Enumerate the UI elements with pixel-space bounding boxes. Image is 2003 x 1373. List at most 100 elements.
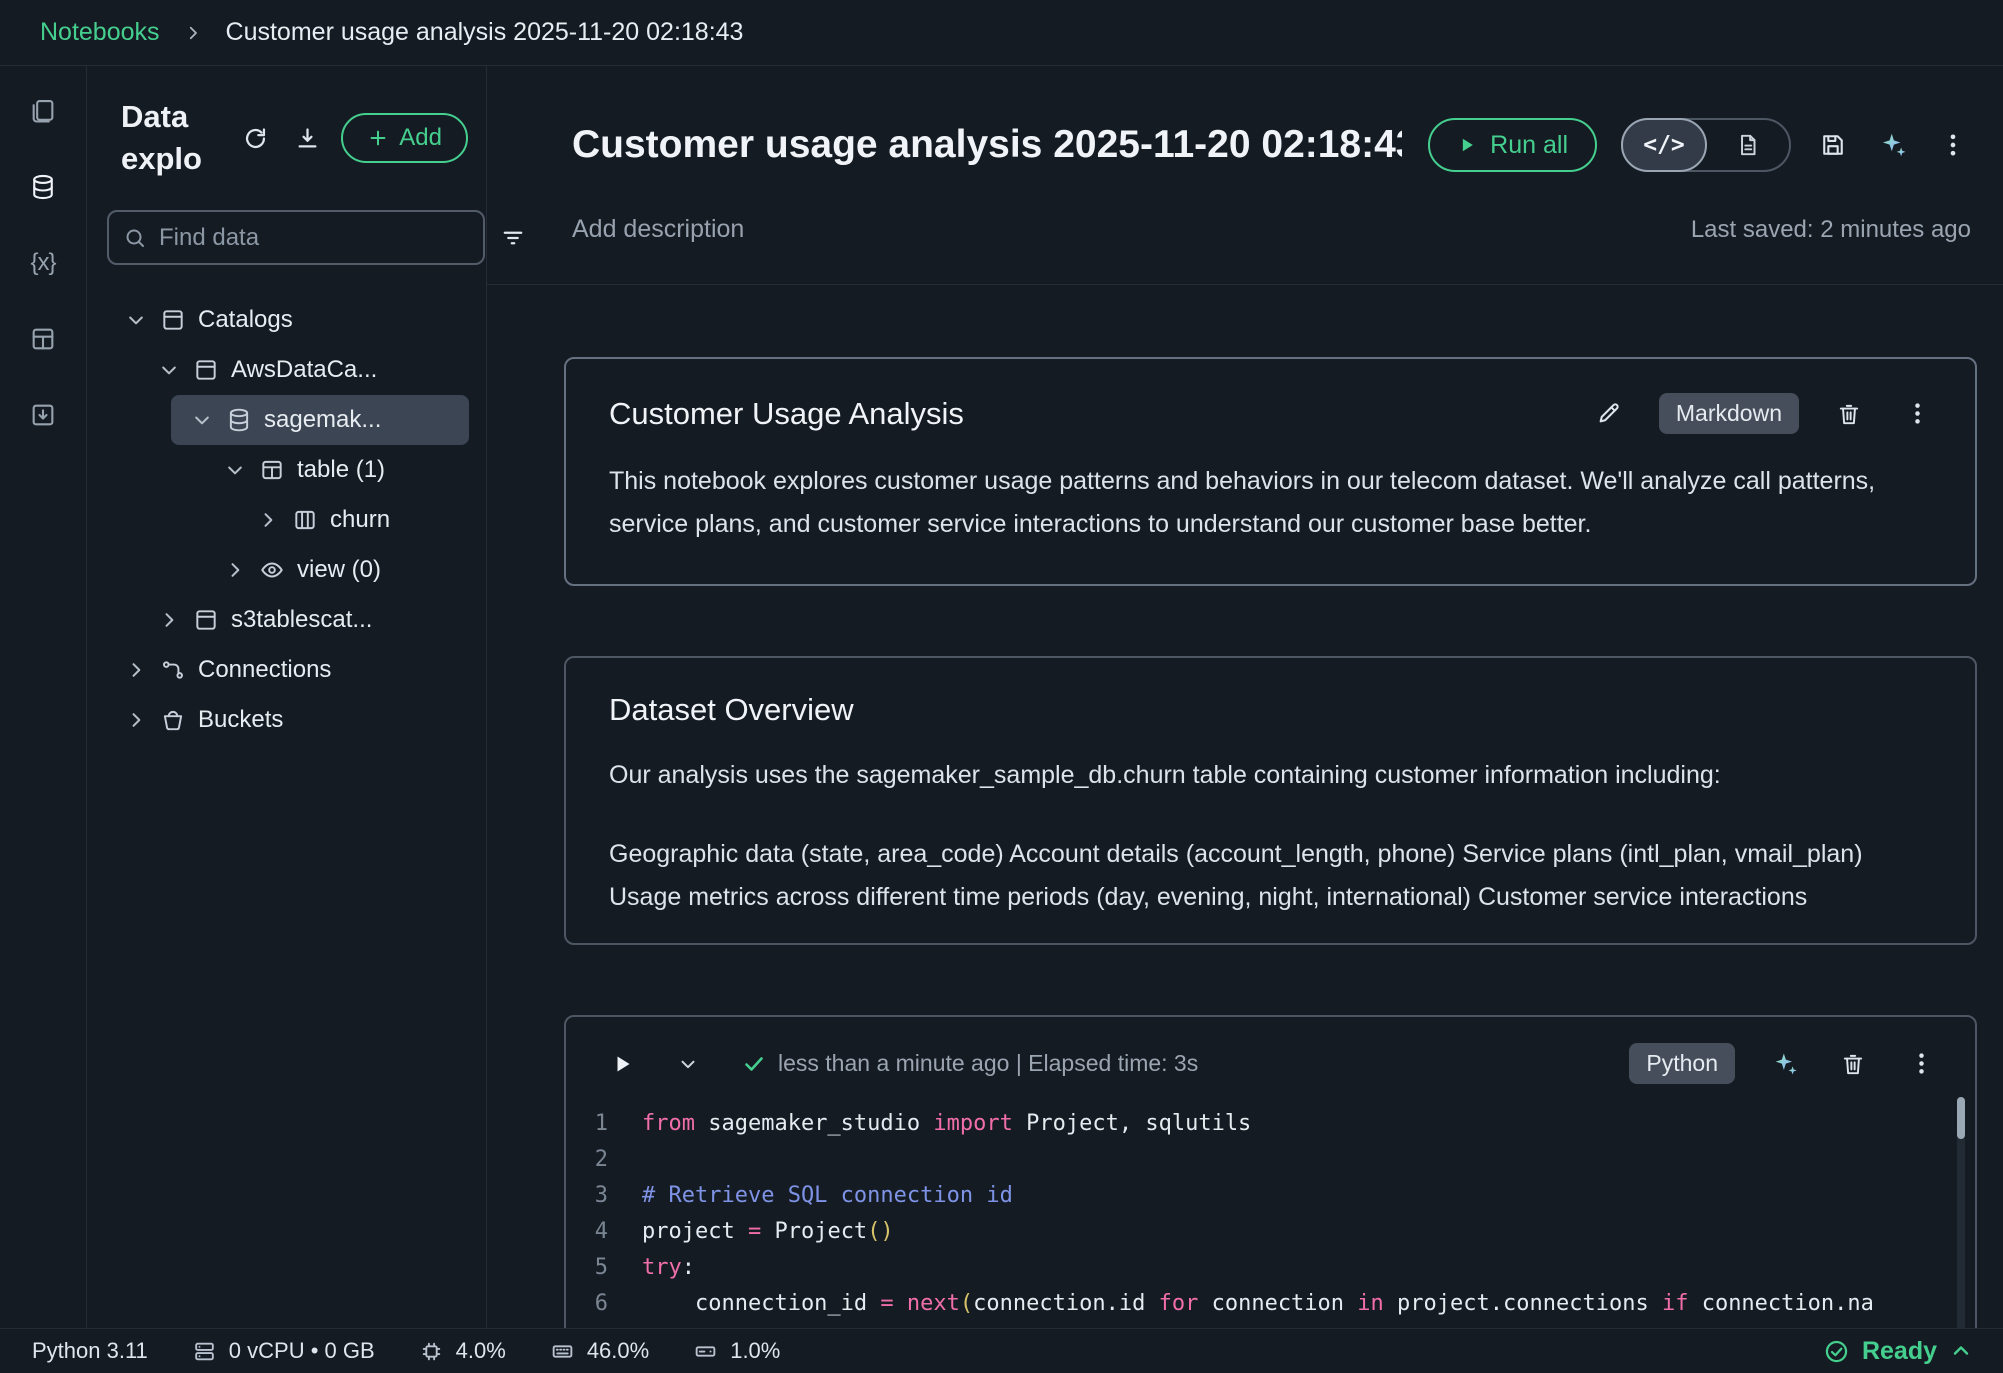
line-content[interactable]: from sagemaker_studio import Project, sq… (642, 1106, 1251, 1142)
tree-item[interactable]: AwsDataCa... (138, 345, 469, 395)
collapse-all-icon[interactable] (289, 120, 325, 156)
tree-item[interactable]: Catalogs (105, 295, 469, 345)
run-cell-icon[interactable] (604, 1046, 640, 1082)
data-tree: Catalogs AwsDataCa... sagemak... table (… (87, 295, 486, 1328)
compute-status: 0 vCPU • 0 GB (192, 1338, 375, 1364)
disk-icon (693, 1339, 718, 1364)
tree-item-label: Catalogs (198, 306, 293, 334)
search-input[interactable] (159, 224, 469, 252)
code-view-toggle[interactable]: </> (1621, 118, 1707, 172)
cell-type-badge[interactable]: Python (1629, 1043, 1735, 1084)
notebook-header: Customer usage analysis 2025-11-20 02:18… (487, 66, 2003, 285)
edit-pencil-icon[interactable] (1591, 396, 1627, 432)
save-icon[interactable] (1815, 127, 1851, 163)
line-number: 5 (592, 1250, 608, 1286)
tree-item[interactable]: Buckets (105, 695, 469, 745)
notebooks-icon[interactable] (26, 94, 60, 128)
markdown-cell-1[interactable]: Customer Usage Analysis Markdown This no… (564, 357, 1977, 586)
tree-chevron-icon[interactable] (158, 359, 180, 381)
markdown-heading: Dataset Overview (609, 692, 854, 728)
line-number: 4 (592, 1214, 608, 1250)
tree-item-label: AwsDataCa... (231, 356, 377, 384)
variables-icon[interactable]: {x} (26, 246, 60, 280)
find-data-search[interactable] (107, 210, 485, 265)
tree-item-label: sagemak... (264, 406, 381, 434)
tree-item[interactable]: sagemak... (171, 395, 469, 445)
ai-sparkle-icon[interactable] (1767, 1046, 1803, 1082)
tree-item-label: view (0) (297, 556, 381, 584)
notebook-title: Customer usage analysis 2025-11-20 02:18… (572, 123, 1402, 167)
cell-type-badge[interactable]: Markdown (1659, 393, 1799, 434)
status-bar: Python 3.11 0 vCPU • 0 GB 4.0% 46.0% 1.0… (0, 1328, 2003, 1373)
memory-usage-label: 46.0% (587, 1338, 649, 1364)
tree-chevron-icon[interactable] (224, 559, 246, 581)
refresh-icon[interactable] (237, 120, 273, 156)
server-icon (192, 1339, 217, 1364)
tree-item-label: Connections (198, 656, 331, 684)
cell-run-status: less than a minute ago | Elapsed time: 3… (778, 1050, 1198, 1077)
catalog-icon (192, 357, 219, 384)
add-description-button[interactable]: Add description (572, 215, 744, 244)
line-number: 6 (592, 1286, 608, 1322)
code-scrollbar-thumb[interactable] (1957, 1097, 1965, 1139)
view-toggle-group: </> (1621, 118, 1791, 172)
line-content[interactable]: project = Project() (642, 1214, 894, 1250)
run-all-button[interactable]: Run all (1428, 118, 1597, 172)
breadcrumb-notebooks-link[interactable]: Notebooks (40, 18, 160, 47)
kernel-selector[interactable]: Python 3.11 (32, 1338, 148, 1364)
cell-more-options-icon[interactable] (1903, 1046, 1939, 1082)
success-check-icon (736, 1046, 772, 1082)
tree-item-label: Buckets (198, 706, 283, 734)
bucket-icon (159, 707, 186, 734)
cell-more-options-icon[interactable] (1899, 396, 1935, 432)
chevron-up-icon (1949, 1339, 1973, 1363)
markdown-cell-2[interactable]: Dataset Overview Our analysis uses the s… (564, 656, 1977, 945)
cpu-icon (419, 1339, 444, 1364)
ai-sparkle-icon[interactable] (1875, 127, 1911, 163)
cells-scroll-area[interactable]: Customer Usage Analysis Markdown This no… (487, 285, 2003, 1328)
tree-chevron-icon[interactable] (224, 459, 246, 481)
add-data-button[interactable]: Add (341, 113, 468, 163)
trash-icon[interactable] (1835, 1046, 1871, 1082)
code-scrollbar-track[interactable] (1957, 1121, 1965, 1328)
tree-item-label: s3tablescat... (231, 606, 372, 634)
kernel-ready-toggle[interactable]: Ready (1823, 1337, 1973, 1366)
panel-title: Data explo (121, 96, 227, 180)
trash-icon[interactable] (1831, 396, 1867, 432)
python-version-label: Python 3.11 (32, 1338, 148, 1364)
code-editor[interactable]: 1 from sagemaker_studio import Project, … (566, 1106, 1975, 1322)
markdown-body: This notebook explores customer usage pa… (609, 460, 1919, 546)
tree-chevron-icon[interactable] (191, 409, 213, 431)
panels-icon[interactable] (26, 322, 60, 356)
data-explorer-icon[interactable] (26, 170, 60, 204)
tree-item[interactable]: view (0) (204, 545, 469, 595)
code-cell-1[interactable]: less than a minute ago | Elapsed time: 3… (564, 1015, 1977, 1328)
tree-chevron-icon[interactable] (125, 659, 147, 681)
markdown-heading: Customer Usage Analysis (609, 396, 964, 432)
chevron-down-icon[interactable] (670, 1046, 706, 1082)
document-view-icon (1735, 132, 1761, 158)
tree-item[interactable]: churn (237, 495, 469, 545)
memory-icon (550, 1339, 575, 1364)
ready-label: Ready (1862, 1337, 1937, 1366)
line-content[interactable]: # Retrieve SQL connection id (642, 1178, 1013, 1214)
connections-icon (159, 657, 186, 684)
tree-item-label: churn (330, 506, 390, 534)
compute-label: 0 vCPU • 0 GB (229, 1338, 375, 1364)
tree-item[interactable]: Connections (105, 645, 469, 695)
line-content[interactable]: try: (642, 1250, 695, 1286)
import-icon[interactable] (26, 398, 60, 432)
tree-chevron-icon[interactable] (257, 509, 279, 531)
tree-item[interactable]: table (1) (204, 445, 469, 495)
columns-icon (291, 507, 318, 534)
document-view-toggle[interactable] (1707, 120, 1789, 170)
tree-chevron-icon[interactable] (125, 709, 147, 731)
code-line: 5 try: (592, 1250, 1975, 1286)
tree-item[interactable]: s3tablescat... (138, 595, 469, 645)
code-line: 6 connection_id = next(connection.id for… (592, 1286, 1975, 1322)
code-line: 2 (592, 1142, 1975, 1178)
tree-chevron-icon[interactable] (125, 309, 147, 331)
tree-chevron-icon[interactable] (158, 609, 180, 631)
more-options-icon[interactable] (1935, 127, 1971, 163)
line-content[interactable]: connection_id = next(connection.id for c… (642, 1286, 1874, 1322)
